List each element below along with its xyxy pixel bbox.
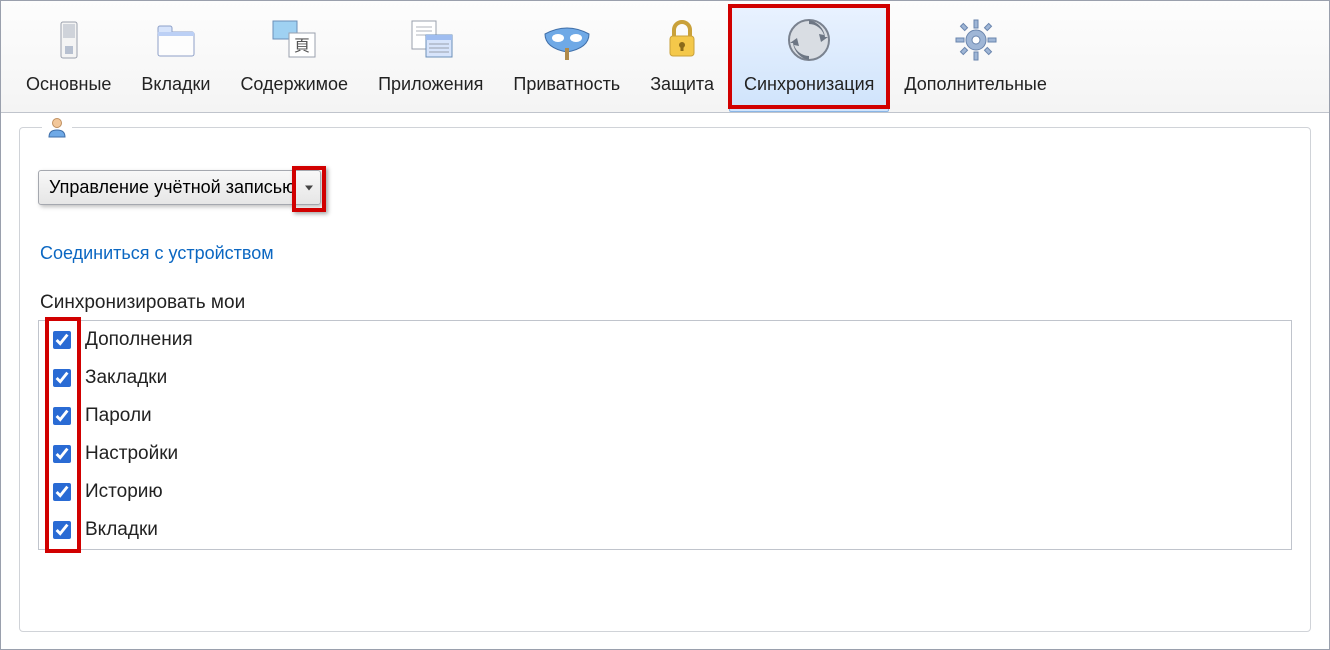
content-icon: 頁 <box>266 12 322 68</box>
list-item: Дополнения <box>39 321 1291 359</box>
list-item: Историю <box>39 473 1291 511</box>
tab-label: Основные <box>26 74 111 95</box>
sync-panel: Управление учётной записью Соединиться с… <box>1 113 1329 646</box>
checkbox-label[interactable]: Вкладки <box>85 519 158 541</box>
manage-account-dropdown[interactable]: Управление учётной записью <box>38 170 321 205</box>
checkbox-prefs[interactable] <box>53 445 71 463</box>
checkbox-addons[interactable] <box>53 331 71 349</box>
checkbox-label[interactable]: Пароли <box>85 405 152 427</box>
svg-text:頁: 頁 <box>294 38 310 55</box>
checkbox-label[interactable]: Настройки <box>85 443 178 465</box>
lock-icon <box>654 12 710 68</box>
sync-items-panel: Дополнения Закладки Пароли Настройки Ист… <box>38 320 1292 550</box>
privacy-mask-icon <box>539 12 595 68</box>
sync-my-heading: Синхронизировать мои <box>40 292 1292 314</box>
checkbox-label[interactable]: Историю <box>85 481 163 503</box>
list-item: Настройки <box>39 435 1291 473</box>
tab-security[interactable]: Защита <box>635 5 729 112</box>
checkbox-bookmarks[interactable] <box>53 369 71 387</box>
checkbox-synctabs[interactable] <box>53 521 71 539</box>
list-item: Пароли <box>39 397 1291 435</box>
tab-label: Содержимое <box>240 74 348 95</box>
pair-device-link[interactable]: Соединиться с устройством <box>40 243 274 264</box>
checkbox-history[interactable] <box>53 483 71 501</box>
user-icon <box>42 116 72 138</box>
tab-content[interactable]: 頁 Содержимое <box>225 5 363 112</box>
dropdown-caret-highlight <box>292 166 326 212</box>
list-item: Вкладки <box>39 511 1291 549</box>
general-icon <box>41 12 97 68</box>
tab-label: Дополнительные <box>904 74 1047 95</box>
tab-tabs[interactable]: Вкладки <box>126 5 225 112</box>
dropdown-label: Управление учётной записью <box>49 177 296 197</box>
tab-sync[interactable]: Синхронизация <box>729 5 889 112</box>
tab-general[interactable]: Основные <box>11 5 126 112</box>
tab-advanced[interactable]: Дополнительные <box>889 5 1062 112</box>
tab-label: Приложения <box>378 74 483 95</box>
tab-label: Вкладки <box>141 74 210 95</box>
tabs-icon <box>148 12 204 68</box>
applications-icon <box>403 12 459 68</box>
checkbox-label[interactable]: Дополнения <box>85 329 193 351</box>
tab-applications[interactable]: Приложения <box>363 5 498 112</box>
tab-label: Приватность <box>513 74 620 95</box>
list-item: Закладки <box>39 359 1291 397</box>
tab-privacy[interactable]: Приватность <box>498 5 635 112</box>
tab-label: Синхронизация <box>744 74 874 95</box>
preferences-toolbar: Основные Вкладки 頁 Содержимое <box>1 1 1329 113</box>
gear-icon <box>948 12 1004 68</box>
tab-label: Защита <box>650 74 714 95</box>
account-groupbox: Управление учётной записью Соединиться с… <box>19 127 1311 632</box>
checkbox-passwords[interactable] <box>53 407 71 425</box>
checkbox-label[interactable]: Закладки <box>85 367 167 389</box>
sync-icon <box>781 12 837 68</box>
